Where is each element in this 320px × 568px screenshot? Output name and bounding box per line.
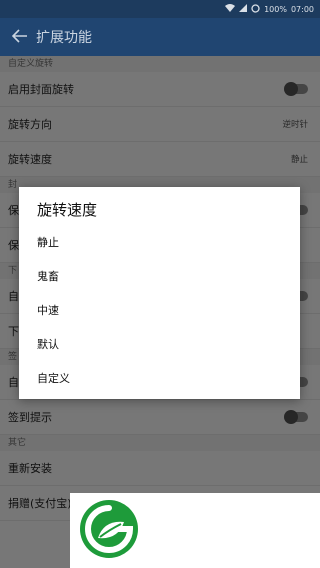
dialog-option-crazy[interactable]: 鬼畜 (37, 268, 59, 284)
leaf-g-logo-icon (78, 498, 140, 560)
dialog-option-custom[interactable]: 自定义 (37, 370, 70, 386)
dialog-option-default[interactable]: 默认 (37, 336, 59, 352)
logo-panel (70, 493, 320, 568)
dialog-option-medium[interactable]: 中速 (37, 302, 59, 318)
dialog-title: 旋转速度 (37, 201, 98, 219)
dialog-option-static[interactable]: 静止 (37, 234, 59, 250)
rotation-speed-dialog: 旋转速度 静止 鬼畜 中速 默认 自定义 (19, 187, 300, 399)
